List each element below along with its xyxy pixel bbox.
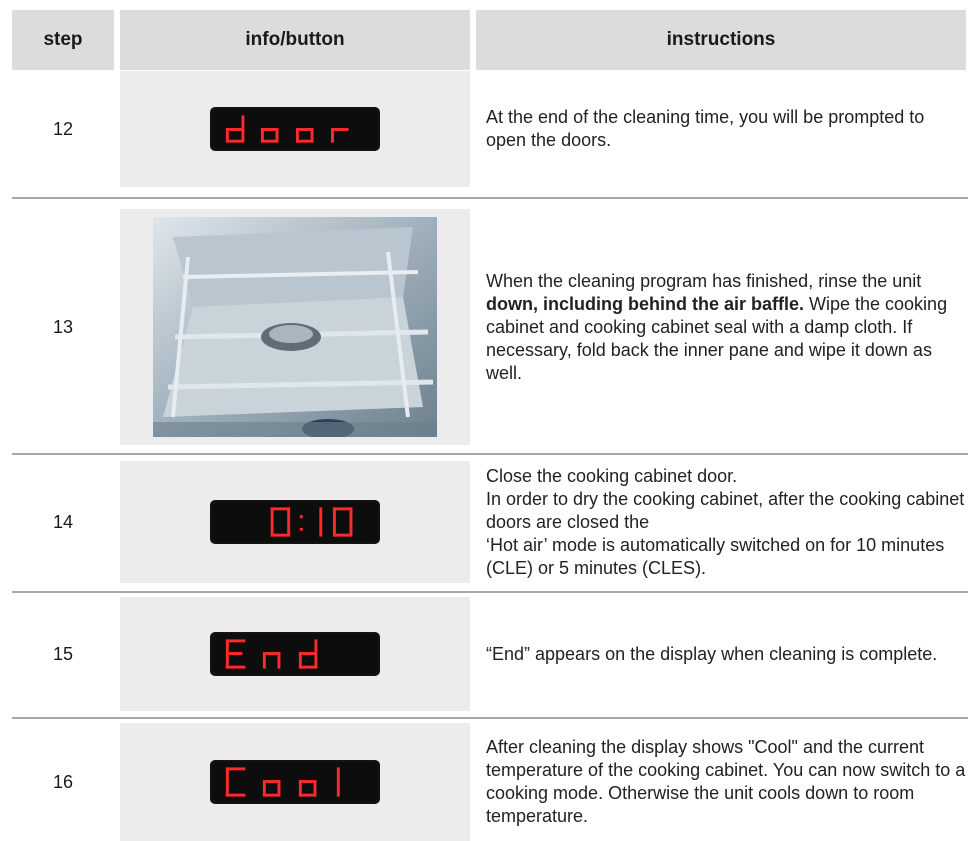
row-divider [12, 591, 968, 593]
led-display [210, 760, 380, 804]
instructions-text: When the cleaning program has finished, … [486, 209, 966, 445]
header-instructions: instructions [476, 10, 966, 70]
step-number: 12 [52, 118, 74, 139]
step-number: 15 [52, 643, 74, 664]
led-display [210, 500, 380, 544]
step-number: 14 [52, 511, 74, 532]
instructions-text: “End” appears on the display when cleani… [486, 597, 966, 711]
step-number: 16 [52, 771, 74, 792]
instructions-line: Close the cooking cabinet door. [486, 465, 738, 486]
instructions-text: After cleaning the display shows "Cool" … [486, 723, 966, 841]
table-row: 12 At the end of the cleaning time, you … [12, 71, 966, 187]
instructions-text: Close the cooking cabinet door. In order… [486, 461, 966, 583]
table-row: 15 “End” appears on the display when cle… [12, 597, 966, 711]
instructions-part: When the cleaning program has finished, … [486, 270, 922, 291]
info-cell [120, 209, 470, 445]
instructions-paragraph: Close the cooking cabinet door. In order… [486, 465, 966, 580]
cleaning-steps-table: step info/button instructions 12 At the … [12, 10, 968, 841]
header-info-button: info/button [120, 10, 470, 70]
display-cool [225, 767, 340, 797]
display-0-10 [270, 507, 353, 537]
info-cell [120, 461, 470, 583]
row-divider [12, 197, 968, 199]
table-row: 14 Close the cooking cabinet door. In or… [12, 461, 966, 583]
step-number: 13 [52, 316, 74, 337]
instructions-line: ‘Hot air’ mode is automatically switched… [486, 534, 945, 578]
display-end [225, 639, 318, 669]
instructions-paragraph: When the cleaning program has finished, … [486, 270, 966, 385]
instructions-text: At the end of the cleaning time, you wil… [486, 71, 966, 187]
instructions-bold-part: down, including behind the air baffle. [486, 293, 804, 314]
instructions-paragraph: After cleaning the display shows "Cool" … [486, 737, 966, 826]
table-header: step info/button instructions [12, 10, 966, 71]
instructions-paragraph: At the end of the cleaning time, you wil… [486, 107, 925, 150]
instructions-paragraph: “End” appears on the display when cleani… [486, 643, 938, 664]
row-divider [12, 453, 968, 455]
led-display [210, 107, 380, 151]
display-door [225, 115, 349, 143]
cooking-cabinet-photo [153, 217, 437, 437]
instructions-line: In order to dry the cooking cabinet, aft… [486, 488, 965, 532]
header-step: step [12, 10, 114, 70]
table-row: 13 When the cleaning program has finishe… [12, 209, 966, 445]
table-row: 16 After cleaning the display shows "Coo… [12, 723, 966, 841]
info-cell [120, 71, 470, 187]
info-cell [120, 723, 470, 841]
led-display [210, 632, 380, 676]
info-cell [120, 597, 470, 711]
row-divider [12, 717, 968, 719]
